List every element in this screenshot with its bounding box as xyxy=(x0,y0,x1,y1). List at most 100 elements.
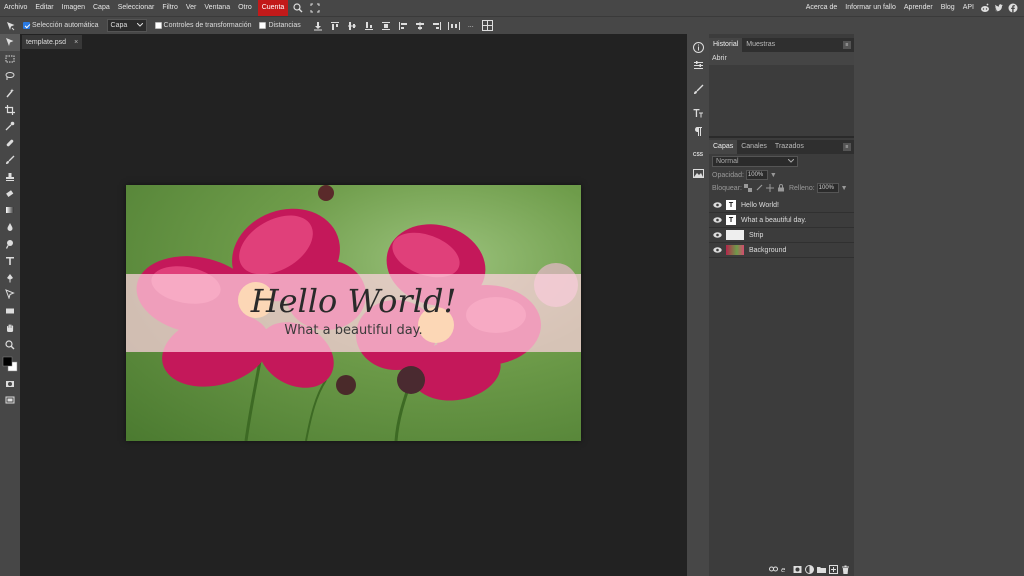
link-acerca-de[interactable]: Acerca de xyxy=(802,0,842,16)
eye-icon[interactable] xyxy=(712,200,722,210)
menu-seleccionar[interactable]: Seleccionar xyxy=(114,0,159,16)
eraser-tool[interactable] xyxy=(0,185,20,202)
screen-mode-tool[interactable] xyxy=(0,392,20,409)
lock-move-icon[interactable] xyxy=(765,183,775,193)
crop-tool[interactable] xyxy=(0,101,20,118)
color-swatches[interactable] xyxy=(0,353,20,375)
align-right-icon[interactable] xyxy=(429,18,445,34)
blur-tool[interactable] xyxy=(0,219,20,236)
eye-icon[interactable] xyxy=(712,245,722,255)
search-icon[interactable] xyxy=(291,0,305,16)
layer-mask-icon[interactable] xyxy=(792,564,802,574)
twitter-icon[interactable] xyxy=(992,0,1006,16)
history-menu-icon[interactable]: ≡ xyxy=(843,41,851,49)
canvas-title-text[interactable]: Hello World! xyxy=(126,282,581,320)
tab-trazados[interactable]: Trazados xyxy=(771,140,808,154)
shape-tool[interactable] xyxy=(0,303,20,320)
healing-tool[interactable] xyxy=(0,135,20,152)
align-bottom-icon[interactable] xyxy=(361,18,377,34)
document-canvas[interactable]: Hello World! What a beautiful day. xyxy=(126,185,581,441)
align-top-icon[interactable] xyxy=(327,18,343,34)
image-icon[interactable] xyxy=(687,164,709,182)
transform-controls-check-box[interactable] xyxy=(154,22,162,29)
link-blog[interactable]: Blog xyxy=(937,0,959,16)
facebook-icon[interactable] xyxy=(1006,0,1020,16)
brush-tool[interactable] xyxy=(0,152,20,169)
blend-mode-dropdown[interactable]: Normal xyxy=(712,156,798,167)
menu-otro[interactable]: Otro xyxy=(234,0,256,16)
fill-input[interactable]: 100% xyxy=(816,183,839,193)
marquee-tool[interactable] xyxy=(0,51,20,68)
quick-mask-tool[interactable] xyxy=(0,375,20,392)
auto-select-check-mark[interactable] xyxy=(23,22,30,29)
grid-icon[interactable] xyxy=(480,18,496,34)
delete-layer-icon[interactable] xyxy=(840,564,850,574)
menu-ver[interactable]: Ver xyxy=(182,0,201,16)
magic-wand-tool[interactable] xyxy=(0,84,20,101)
fill-dropdown-icon[interactable]: ▼ xyxy=(841,185,848,192)
dodge-tool[interactable] xyxy=(0,236,20,253)
distribute-vertical-icon[interactable] xyxy=(378,18,394,34)
properties-icon[interactable] xyxy=(687,56,709,74)
type-tool[interactable] xyxy=(0,252,20,269)
tab-canales[interactable]: Canales xyxy=(737,140,771,154)
distribute-horizontal-icon[interactable] xyxy=(446,18,462,34)
lock-all-icon[interactable] xyxy=(776,183,786,193)
document-tab[interactable]: template.psd × xyxy=(22,35,83,49)
opacity-dropdown-icon[interactable]: ▼ xyxy=(770,172,777,179)
new-group-icon[interactable] xyxy=(816,564,826,574)
hand-tool[interactable] xyxy=(0,320,20,337)
eyedropper-tool[interactable] xyxy=(0,118,20,135)
layer-select-dropdown[interactable]: Capa xyxy=(106,19,147,32)
path-select-tool[interactable] xyxy=(0,286,20,303)
tab-capas[interactable]: Capas xyxy=(709,140,738,154)
layers-menu-icon[interactable]: ≡ xyxy=(843,143,851,151)
layer-row-beautiful-day[interactable]: T What a beautiful day. xyxy=(709,213,854,228)
eye-icon[interactable] xyxy=(712,215,722,225)
link-api[interactable]: API xyxy=(959,0,978,16)
fullscreen-icon[interactable] xyxy=(308,0,322,16)
align-vcenter-icon[interactable] xyxy=(344,18,360,34)
reddit-icon[interactable] xyxy=(978,0,992,16)
new-layer-icon[interactable] xyxy=(828,564,838,574)
auto-select-checkbox[interactable]: Selección automática xyxy=(23,22,99,29)
distances-checkbox[interactable]: Distancias xyxy=(259,22,301,29)
lock-transparency-icon[interactable] xyxy=(743,183,753,193)
canvas-subtitle-text[interactable]: What a beautiful day. xyxy=(126,323,581,338)
menu-archivo[interactable]: Archivo xyxy=(0,0,31,16)
layer-row-hello-world[interactable]: T Hello World! xyxy=(709,198,854,213)
layer-row-strip[interactable]: Strip xyxy=(709,228,854,243)
download-icon[interactable] xyxy=(310,18,326,34)
tab-muestras[interactable]: Muestras xyxy=(742,38,779,52)
pen-tool[interactable] xyxy=(0,269,20,286)
menu-editar[interactable]: Editar xyxy=(31,0,57,16)
clone-stamp-tool[interactable] xyxy=(0,168,20,185)
transform-controls-checkbox[interactable]: Controles de transformación xyxy=(154,22,251,29)
lasso-tool[interactable] xyxy=(0,68,20,85)
move-tool[interactable] xyxy=(0,34,20,51)
zoom-tool[interactable] xyxy=(0,336,20,353)
close-tab-icon[interactable]: × xyxy=(74,39,78,46)
adjustment-layer-icon[interactable] xyxy=(804,564,814,574)
css-export-icon[interactable]: CSS xyxy=(687,146,709,164)
link-layers-icon[interactable] xyxy=(768,564,778,574)
history-item[interactable]: Abrir xyxy=(709,52,854,65)
layer-row-background[interactable]: Background xyxy=(709,243,854,258)
menu-ventana[interactable]: Ventana xyxy=(200,0,234,16)
eye-icon[interactable] xyxy=(712,230,722,240)
layer-effects-icon[interactable]: e xyxy=(780,564,790,574)
paragraph-icon[interactable] xyxy=(687,122,709,140)
distances-check-box[interactable] xyxy=(259,22,267,29)
menu-filtro[interactable]: Filtro xyxy=(158,0,182,16)
link-informar-fallo[interactable]: Informar un fallo xyxy=(841,0,900,16)
align-hcenter-icon[interactable] xyxy=(412,18,428,34)
opacity-input[interactable]: 100% xyxy=(745,170,768,180)
brush-settings-icon[interactable] xyxy=(687,80,709,98)
more-options-button[interactable]: ... xyxy=(463,18,479,34)
menu-imagen[interactable]: Imagen xyxy=(58,0,89,16)
align-left-icon[interactable] xyxy=(395,18,411,34)
canvas-workspace[interactable]: Hello World! What a beautiful day. xyxy=(20,50,686,576)
lock-brush-icon[interactable] xyxy=(754,183,764,193)
account-button[interactable]: Cuenta xyxy=(257,0,289,16)
link-aprender[interactable]: Aprender xyxy=(900,0,937,16)
